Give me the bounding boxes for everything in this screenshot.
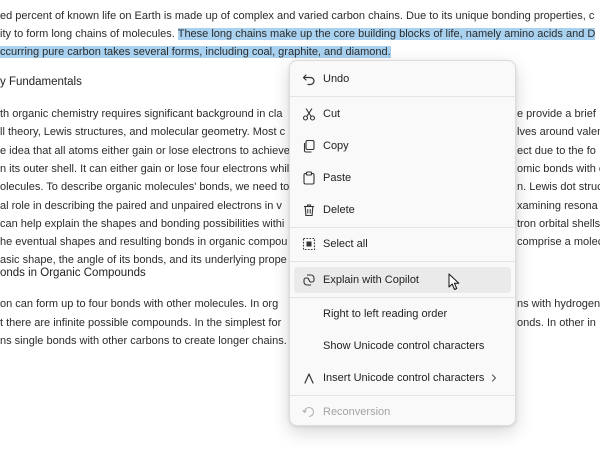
paragraph-line-right: tron orbital shells	[517, 217, 600, 230]
paragraph-line-right: n. Lewis dot struc	[517, 181, 600, 194]
paragraph-line-right: ns with hydrogen	[517, 298, 600, 310]
paragraph-line: e idea that all atoms either gain or los…	[0, 144, 290, 157]
menu-item-reconversion[interactable]: Reconversion	[294, 399, 511, 425]
paragraph-line-right: ect due to the fo	[517, 144, 596, 157]
mouse-pointer-icon	[448, 273, 462, 291]
menu-separator	[290, 96, 515, 97]
menu-item-undo[interactable]: Undo	[294, 66, 511, 92]
paragraph-line-right: xamining resona	[517, 199, 598, 212]
menu-separator	[290, 227, 515, 228]
paragraph-line: al role in describing the paired and unp…	[0, 199, 282, 212]
paragraph-line: ns single bonds with other carbons to cr…	[0, 335, 287, 347]
paragraph-line: olecules. To describe organic molecules'…	[0, 181, 290, 194]
menu-separator	[290, 297, 515, 298]
menu-item-label: Explain with Copilot	[323, 274, 419, 286]
copy-icon	[301, 138, 317, 154]
menu-item-paste[interactable]: Paste	[294, 165, 511, 191]
paragraph-line: ccurring pure carbon takes several forms…	[0, 44, 391, 60]
menu-item-label: Insert Unicode control characters	[323, 372, 485, 384]
trash-icon	[301, 202, 317, 218]
paragraph-line: ll theory, Lewis structures, and molecul…	[0, 126, 286, 139]
menu-separator	[290, 395, 515, 396]
insert-caret-icon	[301, 370, 317, 386]
menu-item-label: Right to left reading order	[323, 308, 448, 320]
menu-item-delete[interactable]: Delete	[294, 197, 511, 223]
page: ed percent of known life on Earth is mad…	[0, 0, 600, 450]
text-plain: ity to form long chains of molecules.	[0, 28, 178, 40]
menu-item-insert-unicode[interactable]: Insert Unicode control characters	[294, 365, 511, 391]
menu-item-label: Show Unicode control characters	[323, 340, 485, 352]
context-menu: Undo Cut Copy Paste Delete Select all Ex…	[289, 60, 516, 426]
menu-item-label: Reconversion	[323, 406, 391, 418]
undo-icon	[301, 71, 317, 87]
menu-item-show-unicode[interactable]: Show Unicode control characters	[294, 333, 511, 359]
menu-item-label: Delete	[323, 204, 355, 216]
paragraph-line: he eventual shapes and resulting bonds i…	[0, 236, 288, 249]
paragraph-line-right: omic bonds with c	[517, 162, 600, 175]
paragraph-line: can help explain the shapes and bonding …	[0, 217, 285, 230]
paragraph-line-right: e provide a brief	[517, 108, 596, 120]
paragraph-line: th organic chemistry requires significan…	[0, 108, 283, 120]
paragraph-line: on can form up to four bonds with other …	[0, 298, 279, 310]
menu-item-select-all[interactable]: Select all	[294, 231, 511, 257]
reconversion-icon	[301, 404, 317, 420]
paragraph-line: t there are infinite possible compounds.…	[0, 316, 282, 329]
scissors-icon	[301, 106, 317, 122]
selected-text[interactable]: These long chains make up the core build…	[177, 28, 596, 40]
menu-item-label: Select all	[323, 238, 368, 250]
menu-item-explain-with-copilot[interactable]: Explain with Copilot	[294, 267, 511, 293]
menu-item-label: Cut	[323, 108, 341, 120]
section-heading: onds in Organic Compounds	[0, 267, 146, 279]
paragraph-line-right: lves around valen	[517, 126, 600, 139]
menu-item-label: Undo	[323, 73, 350, 85]
section-heading: y Fundamentals	[0, 76, 82, 88]
menu-separator	[290, 261, 515, 262]
menu-item-label: Copy	[323, 140, 349, 152]
paragraph-line-right: onds. In other in	[517, 316, 596, 329]
paragraph-line: ity to form long chains of molecules. Th…	[0, 26, 596, 42]
paragraph-line: ed percent of known life on Earth is mad…	[0, 10, 595, 22]
menu-item-right-to-left[interactable]: Right to left reading order	[294, 301, 511, 327]
menu-item-cut[interactable]: Cut	[294, 101, 511, 127]
menu-item-label: Paste	[323, 172, 352, 184]
paragraph-line: n its outer shell. It can either gain or…	[0, 162, 290, 175]
paragraph-line-right: comprise a molec	[517, 236, 600, 249]
chevron-right-icon	[489, 370, 499, 386]
menu-item-copy[interactable]: Copy	[294, 133, 511, 159]
selected-text[interactable]: ccurring pure carbon takes several forms…	[0, 46, 391, 58]
paste-icon	[301, 170, 317, 186]
select-all-icon	[301, 236, 317, 252]
copilot-icon	[301, 272, 317, 288]
